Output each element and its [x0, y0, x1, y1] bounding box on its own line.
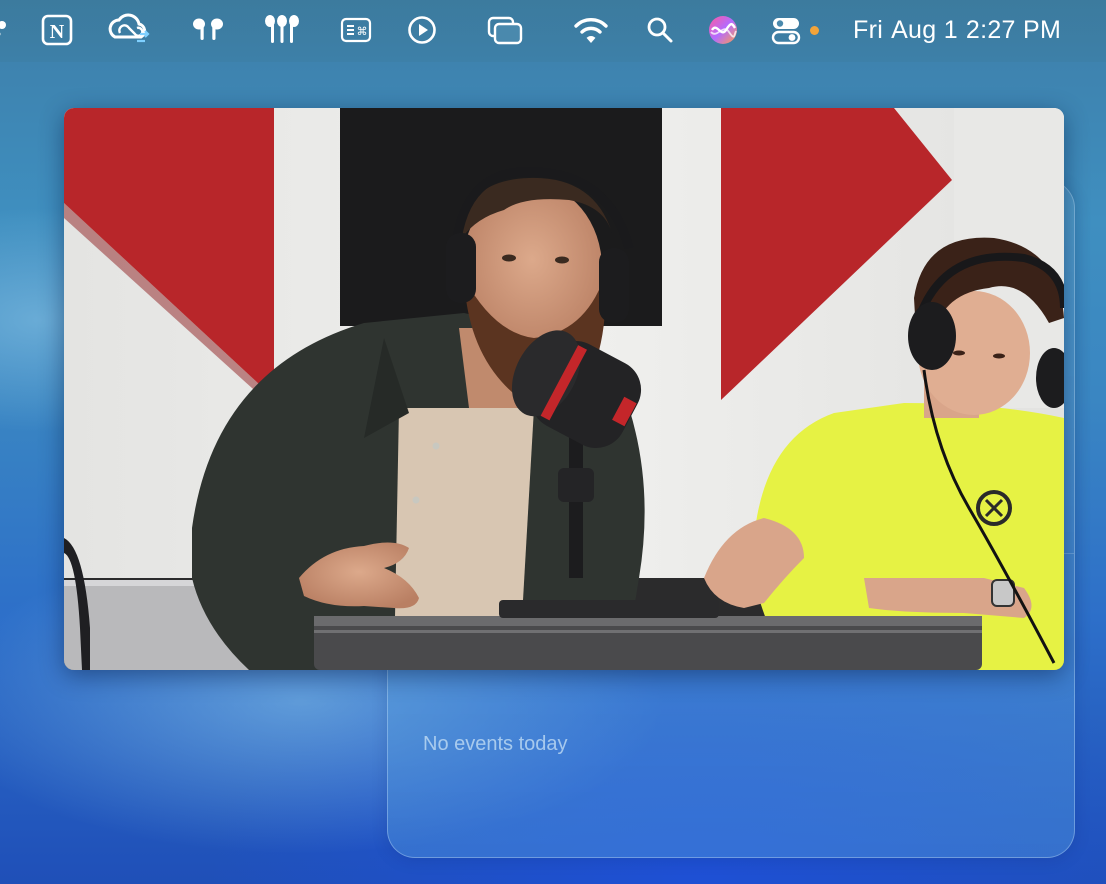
notion-icon[interactable]: N [40, 13, 74, 47]
airpods-icon[interactable] [187, 13, 229, 47]
picture-in-picture-video[interactable] [64, 108, 1064, 670]
menu-bar-clock[interactable]: Fri Aug 1 2:27 PM [853, 14, 1061, 46]
control-center-icon[interactable] [770, 13, 802, 47]
clock-date: Aug 1 [891, 16, 958, 44]
keyboard-shortcut-icon[interactable]: ⌘ [339, 13, 373, 47]
menu-bar: N ⌘ Fri Aug 1 2:27 PM [0, 0, 1106, 62]
clock-day: Fri [853, 16, 884, 44]
window-stack-icon[interactable] [485, 13, 525, 47]
creative-cloud-icon[interactable] [106, 13, 154, 47]
siri-icon[interactable] [705, 13, 741, 47]
podcast-studio-video [64, 108, 1064, 670]
svg-text:⌘: ⌘ [357, 25, 368, 38]
no-events-message: No events today [423, 733, 568, 755]
airpods-max-icon[interactable] [262, 13, 302, 47]
clock-time: 2:27 PM [965, 16, 1062, 44]
desktop: N ⌘ Fri Aug 1 2:27 PM No events today [0, 0, 1106, 884]
svg-text:N: N [50, 21, 65, 43]
status-dot [810, 26, 819, 35]
app-dot-icon[interactable] [0, 13, 10, 47]
spotlight-search-icon[interactable] [644, 13, 676, 47]
wifi-icon[interactable] [572, 13, 610, 47]
play-circle-icon[interactable] [405, 13, 439, 47]
